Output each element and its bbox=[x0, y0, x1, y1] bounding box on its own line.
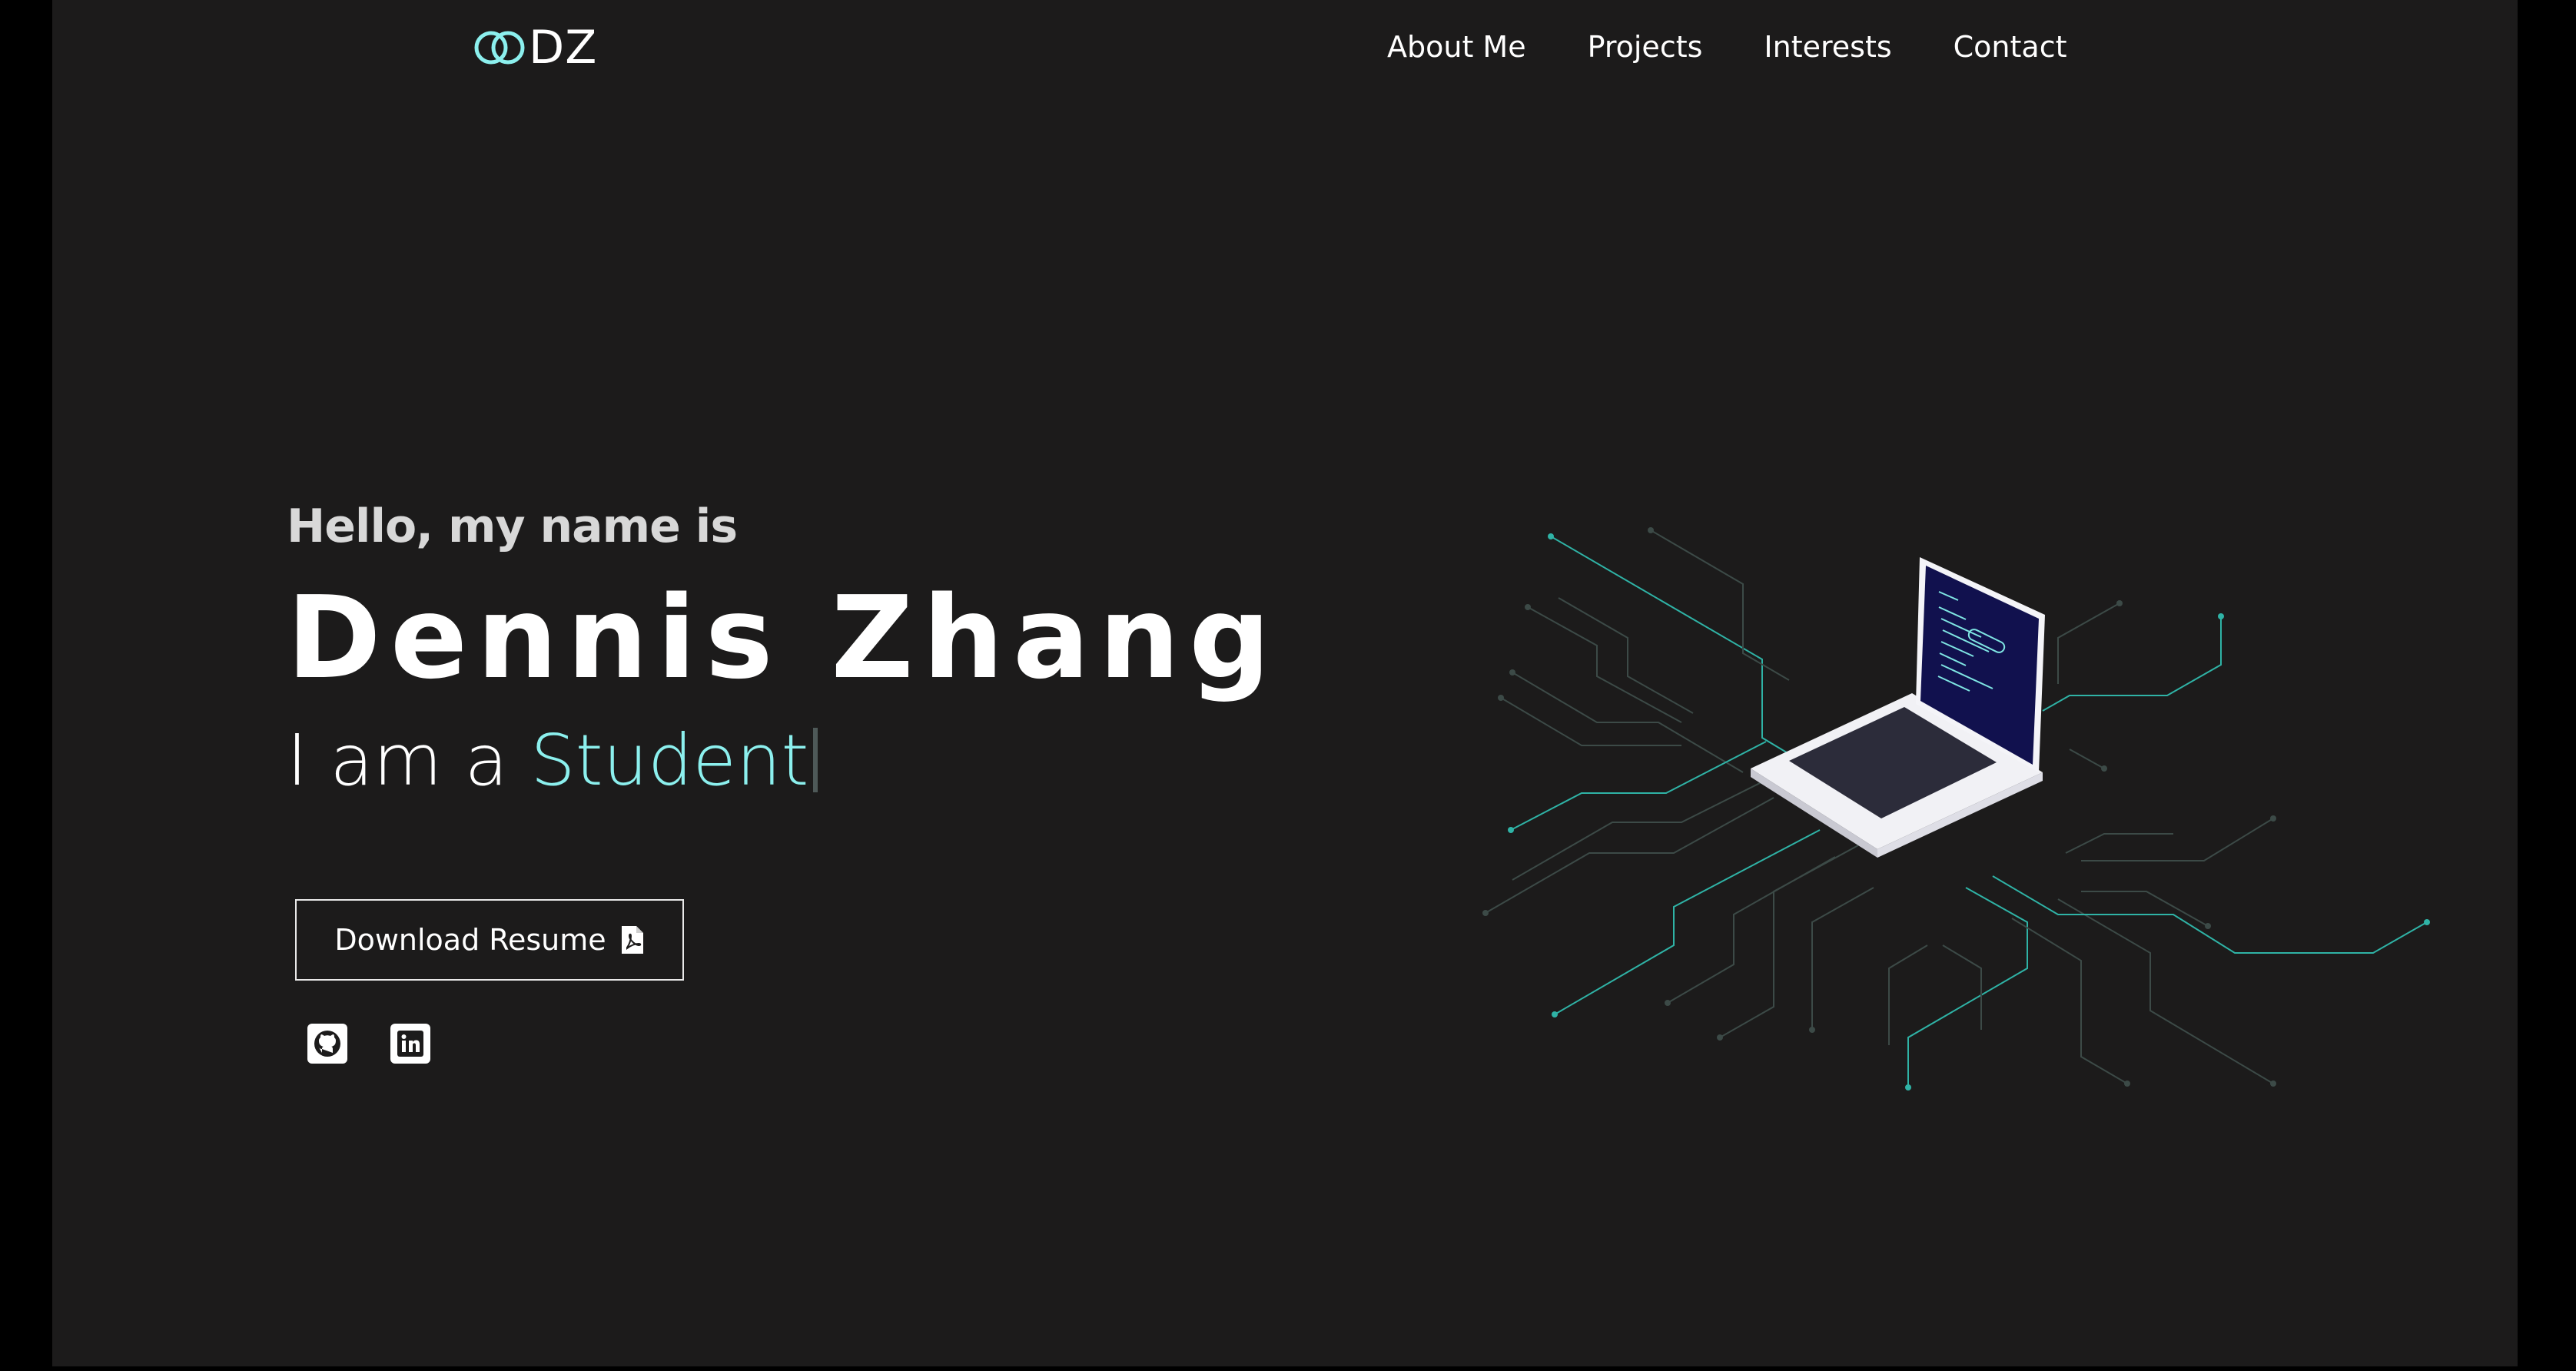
github-icon bbox=[314, 1031, 340, 1057]
github-link[interactable] bbox=[307, 1024, 347, 1064]
logo-link[interactable]: DZ bbox=[473, 17, 597, 78]
download-resume-label: Download Resume bbox=[334, 923, 606, 957]
nav-link-projects[interactable]: Projects bbox=[1588, 25, 1703, 69]
file-pdf-icon bbox=[621, 926, 643, 954]
hero-greeting: Hello, my name is bbox=[287, 500, 738, 553]
logo-text: DZ bbox=[529, 21, 598, 75]
typing-cursor bbox=[813, 728, 818, 792]
download-resume-button[interactable]: Download Resume bbox=[295, 899, 684, 981]
social-links bbox=[307, 1024, 430, 1064]
role-prefix: I am a bbox=[287, 719, 508, 802]
hero-role: I am a Student bbox=[287, 715, 1280, 807]
hero-name: Dennis Zhang bbox=[287, 572, 1280, 704]
nav-link-interests[interactable]: Interests bbox=[1764, 25, 1891, 69]
linkedin-icon bbox=[397, 1031, 423, 1057]
linkedin-link[interactable] bbox=[390, 1024, 430, 1064]
nav-links: About Me Projects Interests Contact bbox=[1387, 25, 2066, 69]
nav-link-about-me[interactable]: About Me bbox=[1387, 25, 1526, 69]
nav-link-contact[interactable]: Contact bbox=[1954, 25, 2067, 69]
top-navbar: DZ About Me Projects Interests Contact bbox=[52, 0, 2518, 95]
page: DZ About Me Projects Interests Contact H… bbox=[52, 0, 2518, 1366]
logo-icon bbox=[474, 31, 525, 65]
laptop-circuit-illustration bbox=[1482, 527, 2430, 1090]
role-typed-word: Student bbox=[530, 719, 809, 802]
hero-intro: Hello, my name is Dennis Zhang I am a St… bbox=[287, 492, 1280, 807]
laptop bbox=[1751, 557, 2045, 858]
